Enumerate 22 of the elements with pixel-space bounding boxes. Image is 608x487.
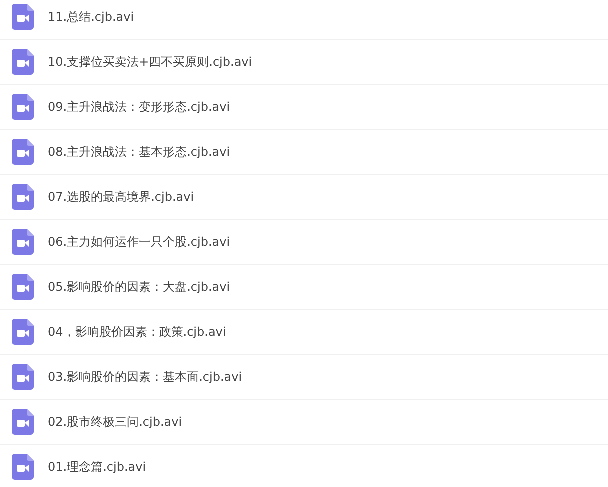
file-name[interactable]: 03.影响股价的因素：基本面.cjb.avi: [48, 368, 242, 386]
video-file-icon: [12, 454, 34, 480]
file-name[interactable]: 04，影响股价因素：政策.cjb.avi: [48, 324, 226, 340]
video-file-icon: [12, 274, 34, 300]
video-file-icon: [12, 364, 34, 390]
video-file-icon: [12, 94, 34, 120]
file-name[interactable]: 05.影响股价的因素：大盘.cjb.avi: [48, 278, 230, 296]
video-file-icon: [12, 49, 34, 75]
file-name[interactable]: 11.总结.cjb.avi: [48, 8, 134, 26]
video-file-icon: [12, 229, 34, 255]
file-name[interactable]: 10.支撑位买卖法+四不买原则.cjb.avi: [48, 54, 252, 70]
video-file-icon: [12, 409, 34, 435]
video-file-icon: [12, 4, 34, 30]
file-name[interactable]: 08.主升浪战法：基本形态.cjb.avi: [48, 144, 230, 160]
file-name[interactable]: 06.主力如何运作一只个股.cjb.avi: [48, 234, 230, 250]
video-file-icon: [12, 184, 34, 210]
file-name[interactable]: 01.理念篇.cjb.avi: [48, 458, 146, 476]
file-name[interactable]: 09.主升浪战法：变形形态.cjb.avi: [48, 98, 230, 116]
file-name[interactable]: 02.股市终极三问.cjb.avi: [48, 414, 182, 430]
video-file-icon: [12, 319, 34, 345]
video-file-icon: [12, 139, 34, 165]
file-name[interactable]: 07.选股的最高境界.cjb.avi: [48, 188, 194, 206]
